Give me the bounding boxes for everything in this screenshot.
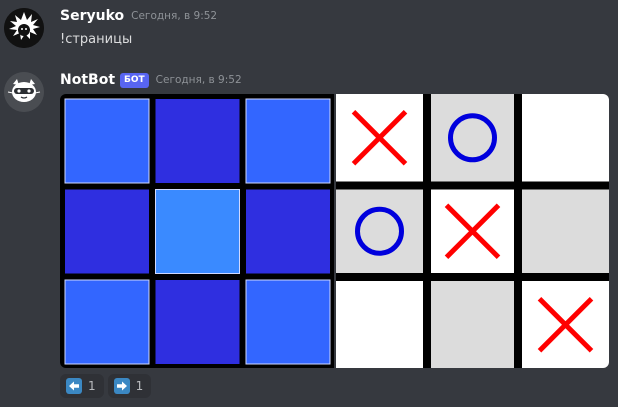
shaded-cell: [427, 94, 518, 186]
cat-robot-avatar-icon: [4, 72, 44, 112]
reaction-next[interactable]: 1: [107, 374, 152, 398]
grid-cell: [155, 189, 240, 274]
shaded-cell: [427, 277, 518, 368]
spiky-hair-avatar-icon: [4, 8, 44, 48]
reaction-count: 1: [135, 379, 144, 393]
grid-line-horizontal: [336, 181, 609, 190]
arrow-left-icon: [66, 378, 82, 394]
grid-cell: [245, 98, 331, 184]
bot-badge: БОТ: [120, 72, 149, 88]
grid-cell: [246, 189, 330, 274]
message-text: !страницы: [60, 32, 133, 47]
timestamp: Сегодня, в 9:52: [131, 10, 218, 22]
reactions-bar: 1 1: [60, 374, 155, 398]
author-name[interactable]: NotBot: [60, 72, 115, 88]
grid-cell: [155, 280, 240, 364]
arrow-right-icon: [113, 378, 130, 394]
message-header: Seryuko Сегодня, в 9:52: [60, 8, 217, 24]
bot-avatar[interactable]: [4, 72, 44, 112]
attachment-images: [60, 94, 609, 368]
reaction-count: 1: [88, 379, 96, 393]
author-name[interactable]: Seryuko: [60, 8, 124, 24]
color-grid-image[interactable]: [60, 94, 334, 368]
shaded-cell: [336, 185, 427, 277]
grid-line-vertical: [423, 94, 431, 368]
grid-line-vertical: [514, 94, 522, 368]
shaded-cell: [518, 185, 609, 277]
user-avatar[interactable]: [4, 8, 44, 48]
tictactoe-image[interactable]: [336, 94, 609, 368]
reaction-previous[interactable]: 1: [60, 374, 104, 398]
grid-cell: [64, 279, 150, 365]
grid-line-horizontal: [336, 273, 609, 281]
grid-cell: [155, 99, 240, 183]
grid-cell: [64, 98, 150, 184]
grid-cell: [245, 279, 331, 365]
message-header: NotBot БОТ Сегодня, в 9:52: [60, 72, 242, 88]
grid-cell: [65, 189, 149, 274]
timestamp: Сегодня, в 9:52: [155, 74, 242, 86]
